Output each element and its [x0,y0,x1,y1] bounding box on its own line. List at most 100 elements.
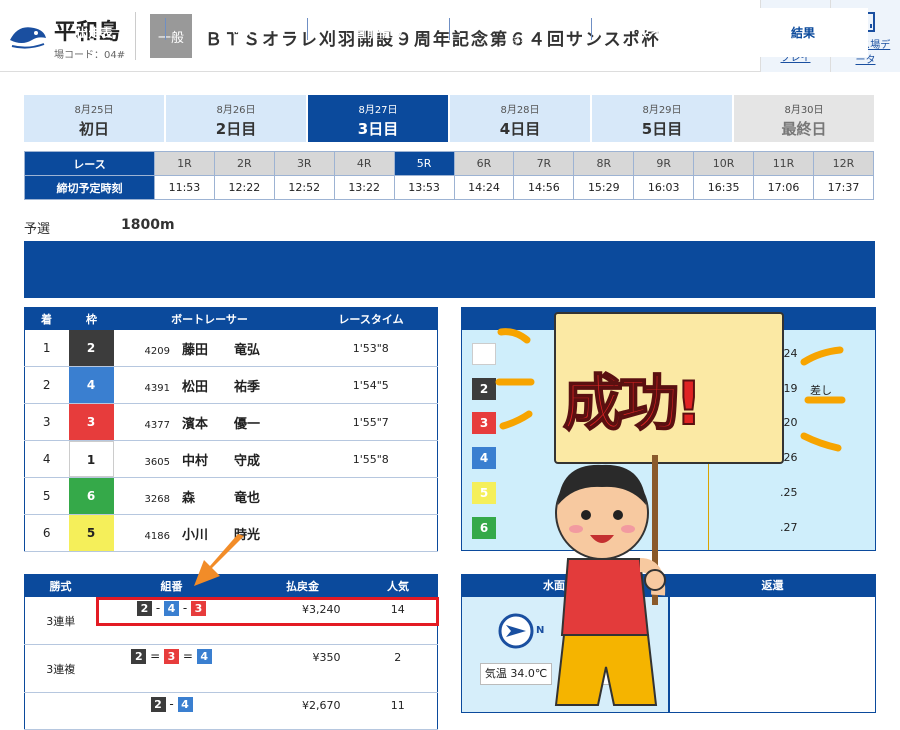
race-header-label: レース [24,151,155,176]
deadline-time: 13:53 [393,175,455,200]
col-racer: ボートレーサー [114,307,305,330]
race-4r[interactable]: 4R [333,151,395,176]
waku-badge: 6 [68,478,114,514]
payout-amount: ¥350 [246,644,359,693]
race-time: 1'54"5 [304,366,438,404]
date-label: 8月26日 [216,105,256,116]
racer-name[interactable]: 中村 守成 [182,454,260,469]
race-2r[interactable]: 2R [213,151,275,176]
day-label: 2日目 [215,120,257,138]
cheering-person-illustration [554,455,666,706]
table-row: 1 2 4209 藤田 竜弘 1'53"8 [24,329,438,367]
date-tab-2[interactable]: 8月26日 2日目 [166,95,306,142]
start-boat-badge: 4 [472,447,496,469]
day-label: 5日目 [641,120,683,138]
popularity: 2 [358,644,438,693]
deadline-time: 17:06 [753,175,814,200]
col-rank: 着 [24,307,69,330]
wind-direction-icon [498,613,534,649]
racer-name[interactable]: 森 竜也 [182,491,260,506]
start-boat-badge: 3 [472,412,496,434]
tab-sublabel: 予想 [511,37,530,48]
date-label: 8月28日 [500,105,540,116]
rank-cell: 3 [24,403,69,441]
deadline-header-label: 締切予定時刻 [24,175,155,200]
race-12r[interactable]: 12R [812,151,875,176]
sparkle-right-icon [800,346,846,452]
col-popularity: 人気 [358,574,438,597]
deadline-time: 16:03 [633,175,695,200]
race-3r[interactable]: 3R [273,151,335,176]
return-panel: 返還 [669,574,876,713]
start-boat-badge: 2 [472,378,496,400]
deadline-row: 締切予定時刻 11:53 12:22 12:52 13:22 13:53 14:… [24,175,875,200]
combination-cell: 2 = 3 = 4 [96,644,247,693]
bet-type: 3連複 [24,644,97,693]
table-row: 4 1 3605 中村 守成 1'55"8 [24,440,438,478]
tab-label: マイ予想 [638,26,687,40]
tab-label: コンピューター [478,19,563,34]
return-title: 返還 [670,575,875,597]
tab-results[interactable]: 結果 [738,8,868,57]
race-type: 予選 [24,222,51,237]
race-6r[interactable]: 6R [453,151,515,176]
combo-sep: = [182,649,193,663]
table-row: 3連複 2 = 3 = 4 ¥350 2 [24,644,438,693]
col-bet-type: 勝式 [24,574,97,597]
success-sign-text: 成功! [562,368,703,440]
race-time [304,514,438,552]
racer-name[interactable]: 松田 祐季 [182,380,260,395]
racer-name[interactable]: 藤田 竜弘 [182,343,260,358]
racer-reg: 3605 [144,456,170,468]
day-label: 3日目 [357,120,399,138]
col-race-time: レースタイム [304,307,438,330]
results-header-row: 着 枠 ボートレーサー レースタイム [24,307,438,330]
combo-badge: 2 [150,697,166,712]
tab-entries[interactable]: 出走表 [24,8,165,57]
date-label: 8月30日 [784,105,824,116]
race-7r[interactable]: 7R [513,151,575,176]
waku-badge: 2 [68,330,114,366]
racer-reg: 3268 [144,493,170,505]
combo-badge: 3 [164,649,179,664]
race-9r[interactable]: 9R [633,151,695,176]
tab-odds[interactable]: オッズ [166,8,307,57]
deadline-time: 16:35 [693,175,755,200]
racer-reg: 4391 [144,382,170,394]
tab-computer-prediction[interactable]: コンピューター 予想 [450,8,591,57]
combo-sep: = [150,649,161,663]
combination-cell: 2 - 4 [96,692,247,730]
race-1r[interactable]: 1R [154,151,215,176]
date-label: 8月29日 [642,105,682,116]
day-label: 初日 [78,120,109,138]
bet-type: 3連単 [24,596,97,645]
racer-reg: 4377 [144,419,170,431]
race-schedule-table: レース 1R 2R 3R 4R 5R 6R 7R 8R 9R 10R 11R 1… [24,151,875,200]
main-nav [24,241,875,298]
waku-badge: 1 [68,441,114,477]
date-tab-3[interactable]: 8月27日 3日目 [308,95,448,142]
date-tab-6: 8月30日 最終日 [734,95,874,142]
racer-name[interactable]: 濱本 優一 [182,417,260,432]
race-8r[interactable]: 8R [573,151,635,176]
rank-cell: 2 [24,366,69,404]
col-payout: 払戻金 [246,574,359,597]
start-boat-badge: 1 [472,343,496,365]
racer-reg: 4209 [144,345,170,357]
tab-pre-race-info[interactable]: 直前情報 [308,8,449,57]
race-11r[interactable]: 11R [753,151,814,176]
race-number-row: レース 1R 2R 3R 4R 5R 6R 7R 8R 9R 10R 11R 1… [24,151,875,176]
tab-my-prediction[interactable]: マイ予想 [592,8,733,57]
racer-reg: 4186 [144,530,170,542]
race-5r[interactable]: 5R [393,151,455,176]
combo-badge: 2 [131,649,147,664]
date-tab-4[interactable]: 8月28日 4日目 [450,95,590,142]
date-tab-5[interactable]: 8月29日 5日目 [592,95,732,142]
orange-arrow-icon [194,534,244,586]
popularity: 11 [358,692,438,730]
start-timing: .27 [780,521,798,534]
race-time: 1'55"7 [304,403,438,441]
date-tab-1[interactable]: 8月25日 初日 [24,95,164,142]
race-10r[interactable]: 10R [693,151,755,176]
tab-label: 出走表 [76,26,113,40]
